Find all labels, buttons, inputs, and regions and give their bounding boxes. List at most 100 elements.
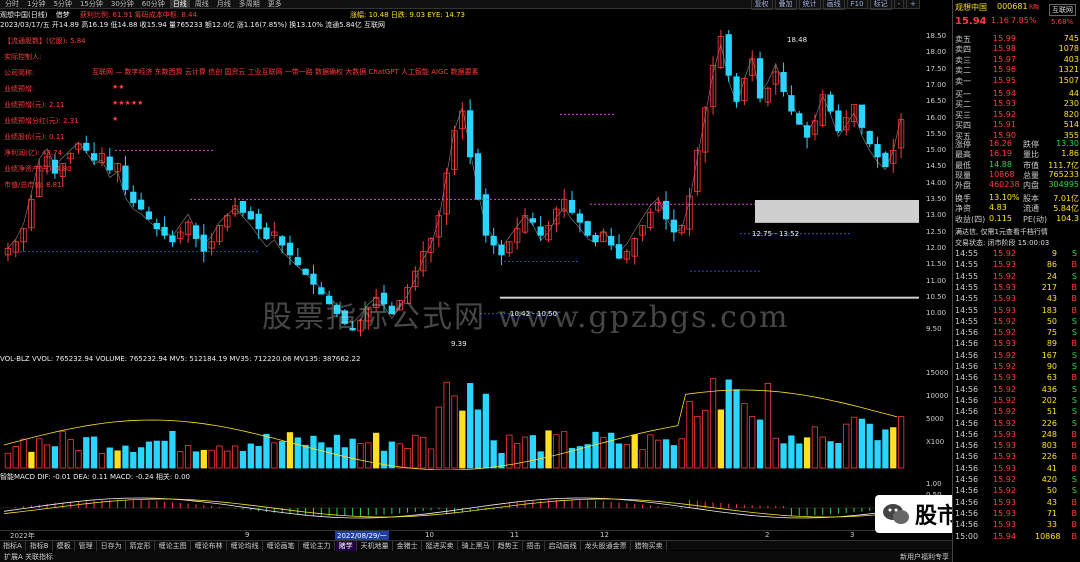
tick-volume: 202 xyxy=(1041,395,1057,405)
tick-price: 15.93 xyxy=(993,520,1016,530)
indicator-tab[interactable]: 日存为 xyxy=(98,540,126,551)
tick-time: 14:55 xyxy=(955,271,979,281)
tick-time: 14:55 xyxy=(955,316,979,326)
bid-row[interactable]: 买二 15.93 230 xyxy=(953,99,1080,110)
candle xyxy=(608,227,615,251)
tick-volume: 10868 xyxy=(1035,531,1061,541)
volume-bar xyxy=(271,442,278,469)
toolbar-tool-button[interactable]: 叠加 xyxy=(774,0,797,10)
promo-link[interactable]: 新用户福利专享 xyxy=(900,552,949,562)
volume-bar xyxy=(365,442,372,469)
period-tab[interactable]: 月线 xyxy=(214,0,234,9)
candle xyxy=(890,138,897,174)
indicator-tab[interactable]: 指标A xyxy=(0,540,26,551)
indicator-tab[interactable]: 趋势王 xyxy=(495,540,523,551)
sector-button[interactable]: 互联网 xyxy=(1049,4,1076,16)
level-label: 卖三 xyxy=(955,55,971,65)
volume-bar xyxy=(255,445,262,469)
volume-bar xyxy=(843,423,850,469)
volume-bar xyxy=(427,448,435,469)
ask-row[interactable]: 卖二 15.96 1321 xyxy=(953,65,1080,76)
candle xyxy=(788,85,795,116)
indicator-tab[interactable]: 金猪士 xyxy=(394,540,422,551)
indicator-tab[interactable]: 赌学 xyxy=(335,540,357,551)
indicator-tab[interactable]: 挺进买卖 xyxy=(423,540,458,551)
volume-chart[interactable] xyxy=(0,365,950,470)
period-tab[interactable]: 更多 xyxy=(265,0,285,9)
level-price: 15.95 xyxy=(993,75,1016,85)
toolbar-tool-button[interactable]: - xyxy=(893,0,905,9)
period-tab[interactable]: 1分钟 xyxy=(24,0,48,9)
bid-row[interactable]: 买一 15.94 44 xyxy=(953,89,1080,100)
volume-bar xyxy=(780,443,787,469)
level-price: 15.97 xyxy=(993,54,1016,64)
toolbar-tool-button[interactable]: 标记 xyxy=(869,0,892,10)
period-tab[interactable]: 30分钟 xyxy=(108,0,137,9)
indicator-tab[interactable]: 指标B xyxy=(27,540,53,551)
candle xyxy=(278,234,286,254)
period-tab[interactable]: 分时 xyxy=(2,0,22,9)
ask-row[interactable]: 卖四 15.98 1078 xyxy=(953,44,1080,55)
candle xyxy=(490,227,497,255)
candle xyxy=(145,206,153,220)
indicator-tab[interactable]: 骑上黑马 xyxy=(459,540,494,551)
level-price: 15.94 xyxy=(993,89,1016,98)
ask-row[interactable]: 卖三 15.97 403 xyxy=(953,55,1080,66)
tick-row: 14:56 15.92 420 S xyxy=(953,475,1080,486)
extension-tabs[interactable]: 扩展A 关联指标 xyxy=(4,552,53,562)
period-tab[interactable]: 5分钟 xyxy=(50,0,74,9)
toolbar-tool-button[interactable]: F10 xyxy=(846,0,868,9)
volume-bar xyxy=(67,439,74,469)
toolbar-tool-button[interactable]: 画线 xyxy=(822,0,845,10)
ask-row[interactable]: 卖一 15.95 1507 xyxy=(953,76,1080,87)
ask-row[interactable]: 卖五 15.99 745 xyxy=(953,34,1080,45)
indicator-tab[interactable]: 天机地量 xyxy=(358,540,393,551)
toolbar-tool-button[interactable]: 统计 xyxy=(798,0,821,10)
candle xyxy=(83,135,90,154)
candle xyxy=(866,130,873,148)
period-toolbar: 分时 1分钟 5分钟 15分钟 30分钟 60分钟 日线 周线 月线 多周期 更多 复权 叠加 统计 画线 F… xyxy=(0,0,920,10)
indicator-tab[interactable]: 捂击 xyxy=(524,540,545,551)
bid-row[interactable]: 买四 15.91 514 xyxy=(953,120,1080,131)
tick-time: 14:56 xyxy=(955,373,979,383)
tick-price: 15.93 xyxy=(993,305,1016,315)
stat-label: 外盘 xyxy=(955,181,971,191)
level2-promo[interactable]: 满达信, 仅需1元查看千档行情 xyxy=(955,227,1048,237)
indicator-tab[interactable]: 缠论主图 xyxy=(156,540,191,551)
indicator-tab[interactable]: 缠论布林 xyxy=(192,540,227,551)
toolbar-tool-button[interactable]: 复权 xyxy=(750,0,773,10)
volume-bar xyxy=(12,445,19,469)
volume-bar xyxy=(764,382,772,469)
indicator-tab[interactable]: 龙头股通金票 xyxy=(582,540,631,551)
tick-row: 14:55 15.92 50 S xyxy=(953,317,1080,328)
indicator-tab[interactable]: 缠论画笔 xyxy=(264,540,299,551)
tick-volume: 50 xyxy=(1046,316,1057,326)
candle xyxy=(161,216,168,239)
tick-time: 14:56 xyxy=(955,441,979,451)
period-tab[interactable]: 15分钟 xyxy=(77,0,106,9)
indicator-tab[interactable]: 启动画线 xyxy=(546,540,581,551)
indicator-tab[interactable]: 缠论均线 xyxy=(228,540,263,551)
period-tab[interactable]: 60分钟 xyxy=(139,0,168,9)
indicator-tab[interactable]: 管理 xyxy=(76,540,97,551)
indicator-tab[interactable]: 缠论主力 xyxy=(300,540,335,551)
period-tab[interactable]: 多周期 xyxy=(236,0,263,9)
candle xyxy=(177,226,184,244)
tick-side: B xyxy=(1071,452,1078,462)
candle xyxy=(647,208,654,231)
period-tab[interactable]: 日线 xyxy=(169,0,190,9)
stat-label: 收益(四) xyxy=(955,214,986,224)
level-label: 买二 xyxy=(955,100,971,110)
bid-row[interactable]: 买三 15.92 820 xyxy=(953,110,1080,121)
macd-chart[interactable] xyxy=(0,482,950,530)
indicator-name[interactable]: 借梦 xyxy=(56,11,70,19)
volume-bar xyxy=(678,438,685,469)
indicator-tab[interactable]: 猎物买卖 xyxy=(632,540,667,551)
period-tab[interactable]: 周线 xyxy=(192,0,212,9)
volume-bar xyxy=(130,452,137,469)
volume-bar xyxy=(835,443,842,469)
indicator-tab[interactable]: 箭定形 xyxy=(127,540,155,551)
indicator-tab[interactable]: 模板 xyxy=(54,540,75,551)
toolbar-tool-button[interactable]: + xyxy=(906,0,920,9)
tick-price: 15.93 xyxy=(993,260,1016,270)
